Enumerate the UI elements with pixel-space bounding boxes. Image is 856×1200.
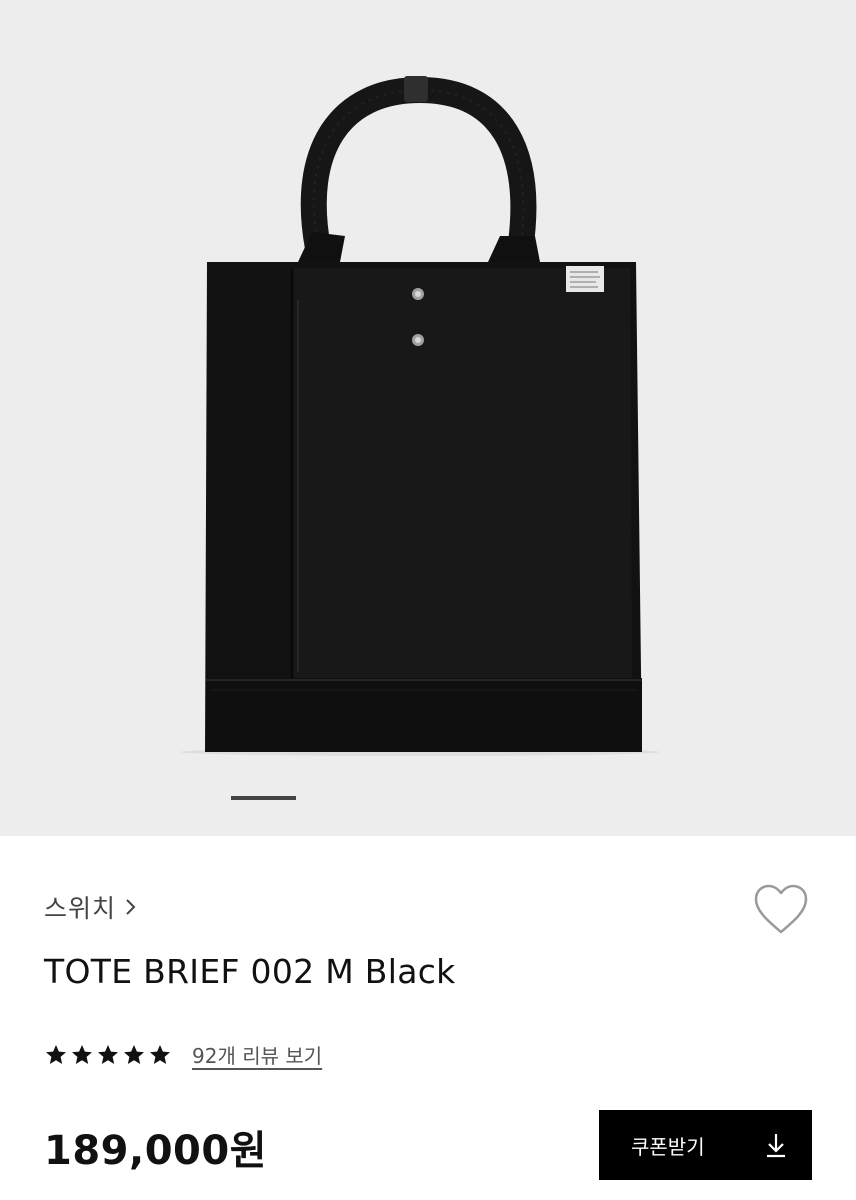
carousel-indicator — [231, 796, 631, 801]
price: 189,000원 — [44, 1128, 267, 1174]
star-icon — [124, 1044, 144, 1064]
review-link[interactable]: 92개 리뷰 보기 — [192, 1040, 322, 1069]
star-icon — [46, 1044, 66, 1064]
star-icon — [150, 1044, 170, 1064]
product-title: TOTE BRIEF 002 M Black — [44, 952, 456, 991]
heart-outline-icon — [754, 884, 808, 934]
brand-name: 스위치 — [44, 894, 117, 923]
product-image-gallery[interactable] — [0, 0, 856, 836]
star-icon — [72, 1044, 92, 1064]
rating-row: 92개 리뷰 보기 — [44, 1040, 322, 1069]
download-icon — [767, 1134, 785, 1158]
brand-link[interactable]: 스위치 — [44, 889, 138, 925]
coupon-download-button[interactable]: 쿠폰받기 — [599, 1110, 812, 1180]
coupon-label: 쿠폰받기 — [631, 1134, 705, 1159]
wishlist-button[interactable] — [752, 882, 810, 936]
carousel-indicator-active — [231, 796, 296, 800]
star-rating — [44, 1043, 172, 1067]
chevron-right-icon — [126, 899, 136, 915]
star-icon — [98, 1044, 118, 1064]
product-image — [180, 76, 660, 756]
